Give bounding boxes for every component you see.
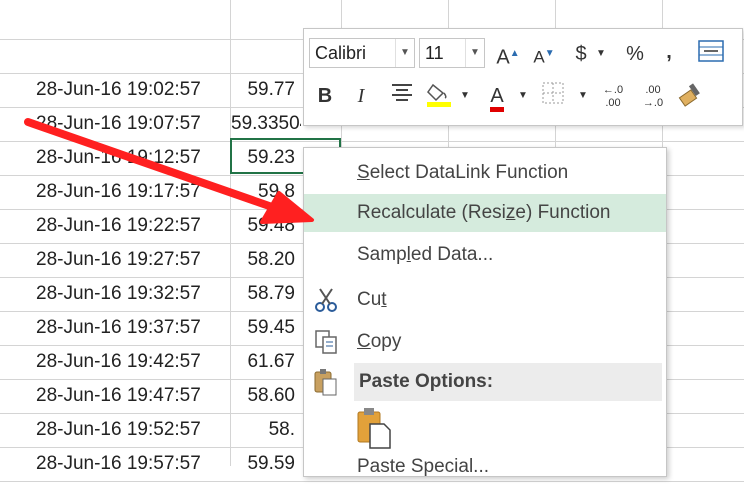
red-arrow-annotation <box>24 118 314 224</box>
